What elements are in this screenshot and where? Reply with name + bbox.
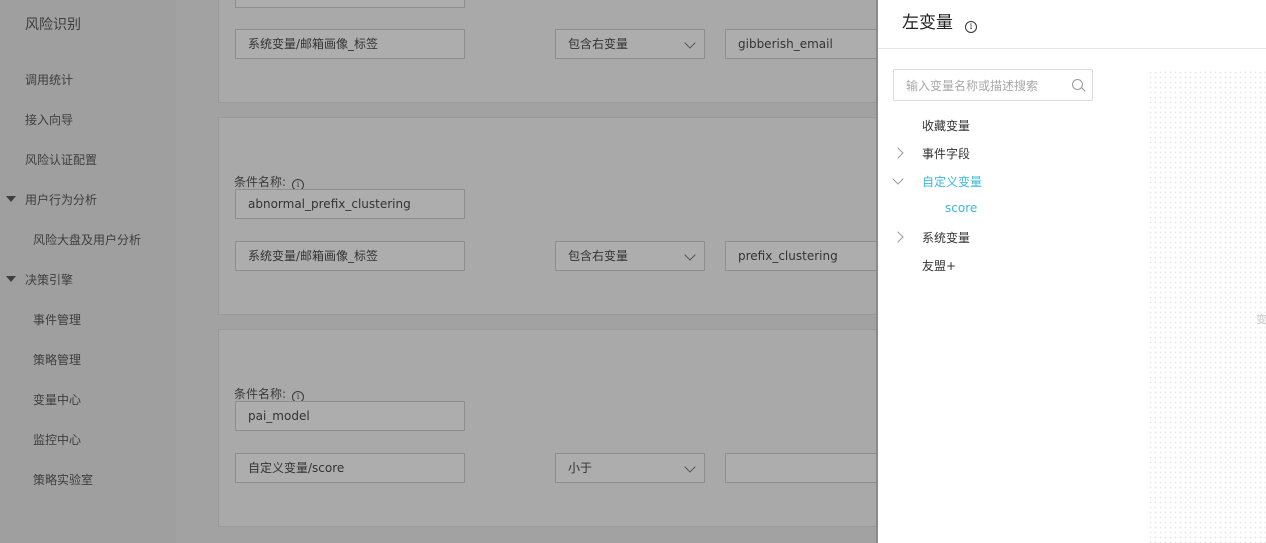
sidebar-group-behavior-analysis[interactable]: 用户行为分析 [25,191,97,208]
operator-select[interactable]: 包含右变量 [555,241,705,271]
drawer-title: 左变量 i [902,8,977,33]
chevron-down-icon[interactable] [892,173,904,185]
tree-item-system-variables[interactable]: 系统变量 [922,229,970,246]
sidebar-item-event-management[interactable]: 事件管理 [33,311,81,328]
search-input[interactable] [894,70,1078,102]
left-variable-select[interactable]: 系统变量/邮箱画像_标签 [235,29,465,59]
drawer-title-text: 左变量 [902,13,953,33]
operator-value: 包含右变量 [568,37,629,51]
main-content: 系统变量/邮箱画像_标签 包含右变量 gibberish_email 条件名称:… [176,0,920,543]
label-text: 条件名称: [234,387,287,401]
sidebar-item-monitor-center[interactable]: 监控中心 [33,431,81,448]
dotted-background [1148,70,1266,543]
tree-item-custom-variables[interactable]: 自定义变量 [922,173,982,190]
left-variable-select[interactable]: 自定义变量/score [235,453,465,483]
tree-item-umeng-plus[interactable]: 友盟+ [922,257,956,274]
chevron-down-icon [684,249,696,261]
chevron-down-icon [684,461,696,473]
sidebar-item-access-guide[interactable]: 接入向导 [25,111,73,128]
divider [878,48,1266,49]
info-icon: i [965,21,977,33]
operator-select[interactable]: 小于 [555,453,705,483]
chevron-right-icon[interactable] [892,147,904,159]
sidebar: 风险识别 调用统计 接入向导 风险认证配置 用户行为分析 风险大盘及用户分析 决… [0,0,176,543]
sidebar-group-decision-engine[interactable]: 决策引擎 [25,271,73,288]
right-variable-field[interactable] [725,453,885,483]
sidebar-item-strategy-lab[interactable]: 策略实验室 [33,471,93,488]
search-icon[interactable] [1072,79,1083,90]
sidebar-item-risk-auth-config[interactable]: 风险认证配置 [25,151,97,168]
expand-down-icon [6,196,16,202]
sidebar-item-risk-dashboard[interactable]: 风险大盘及用户分析 [33,231,141,248]
sidebar-item-call-stats[interactable]: 调用统计 [25,71,73,88]
brand-title: 风险识别 [25,17,81,33]
operator-select[interactable]: 包含右变量 [555,29,705,59]
right-variable-field[interactable]: gibberish_email [725,29,885,59]
condition-name-field[interactable] [235,0,465,8]
variable-drawer: 左变量 i 收藏变量 事件字段 自定义变量 score 系统变量 友盟+ 变 [876,0,1266,543]
edge-text: 变 [1256,313,1266,326]
sidebar-item-variable-center[interactable]: 变量中心 [33,391,81,408]
condition-name-field[interactable]: abnormal_prefix_clustering [235,189,465,219]
tree-item-event-fields[interactable]: 事件字段 [922,145,970,162]
left-variable-select[interactable]: 系统变量/邮箱画像_标签 [235,241,465,271]
tree-item-score[interactable]: score [945,201,977,215]
right-variable-field[interactable]: prefix_clustering [725,241,885,271]
chevron-right-icon[interactable] [892,231,904,243]
operator-value: 包含右变量 [568,249,629,263]
sidebar-item-strategy-management[interactable]: 策略管理 [33,351,81,368]
condition-name-field[interactable]: pai_model [235,401,465,431]
chevron-down-icon [684,37,696,49]
tree-item-favorites[interactable]: 收藏变量 [922,117,970,134]
expand-down-icon [6,276,16,282]
operator-value: 小于 [568,461,593,475]
variable-search[interactable] [893,69,1093,102]
label-text: 条件名称: [234,175,287,189]
